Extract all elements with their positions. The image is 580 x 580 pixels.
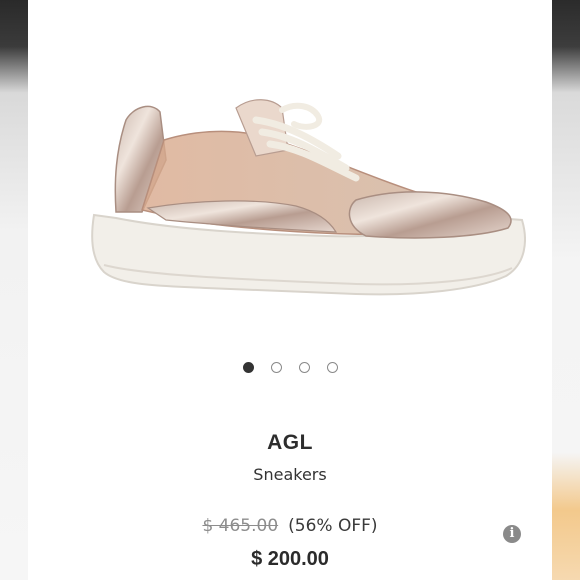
discount-label: (56% OFF) bbox=[288, 516, 378, 536]
carousel-indicator bbox=[28, 362, 552, 373]
final-price: $ 200.00 bbox=[251, 548, 329, 570]
carousel-dot-2[interactable] bbox=[270, 362, 282, 373]
product-card: AGL Sneakers $ 465.00 (56% OFF) $ 200.00… bbox=[28, 0, 552, 580]
carousel-dot-1[interactable] bbox=[242, 362, 254, 373]
carousel-dot-4[interactable] bbox=[326, 362, 338, 373]
product-image[interactable] bbox=[56, 80, 526, 310]
blurred-background-left bbox=[0, 0, 28, 580]
brand-name[interactable]: AGL bbox=[28, 431, 552, 455]
carousel-dot-3[interactable] bbox=[298, 362, 310, 373]
blurred-background-right bbox=[552, 0, 580, 580]
original-price: $ 465.00 bbox=[202, 516, 279, 536]
info-icon[interactable]: i bbox=[503, 525, 521, 543]
price-row: $ 465.00 (56% OFF) bbox=[28, 516, 552, 536]
product-category: Sneakers bbox=[253, 465, 327, 484]
